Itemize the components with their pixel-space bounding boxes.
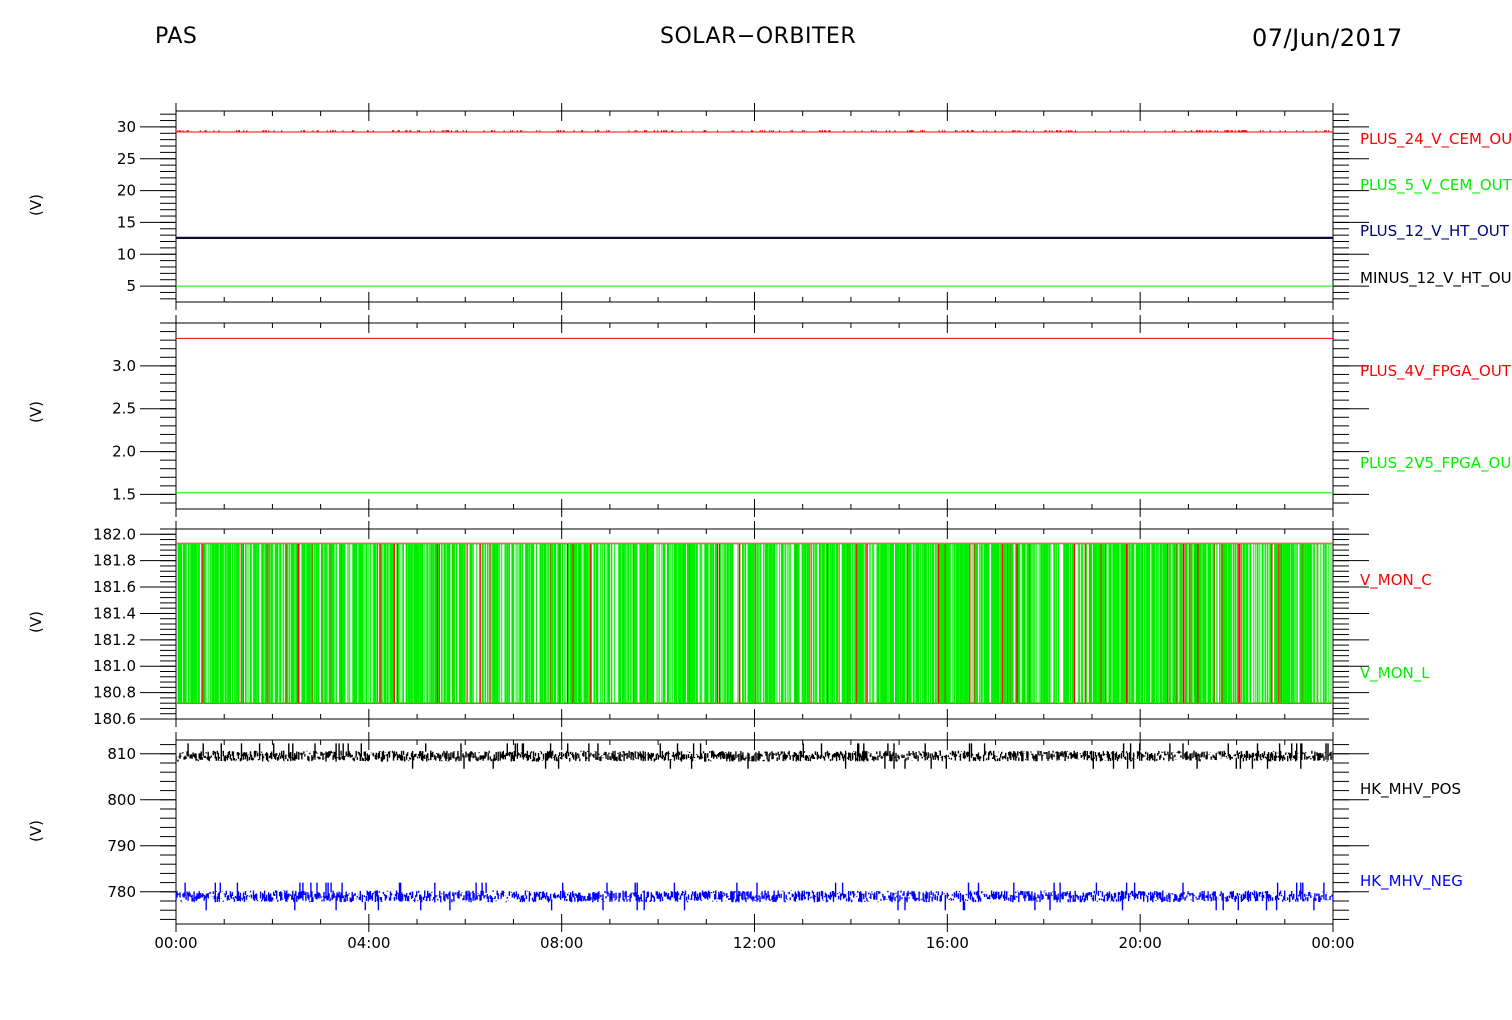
- y-tick-label: 800: [107, 791, 136, 809]
- y-axis-label: (V): [27, 194, 45, 216]
- x-tick-label: 08:00: [540, 934, 583, 952]
- x-tick-label: 16:00: [926, 934, 969, 952]
- legend-hk-mhv-pos: HK_MHV_POS: [1360, 780, 1461, 799]
- y-axis-label: (V): [27, 611, 45, 633]
- y-axis-label: (V): [27, 820, 45, 842]
- legend-plus-2v5-fpga-out: PLUS_2V5_FPGA_OU: [1360, 454, 1511, 473]
- y-tick-label: 3.0: [112, 357, 136, 375]
- y-tick-label: 181.4: [93, 604, 136, 622]
- y-tick-label: 790: [107, 837, 136, 855]
- y-tick-label: 780: [107, 883, 136, 901]
- y-tick-label: 25: [117, 150, 136, 168]
- panel-frame: [175, 110, 1334, 303]
- y-tick-label: 810: [107, 745, 136, 763]
- panel-4: 780 790 800 810 (V) HK_MHV_POS HK_MHV_NEG: [27, 732, 1463, 932]
- series-group: [176, 542, 1333, 704]
- legend-hk-mhv-neg: HK_MHV_NEG: [1360, 872, 1463, 891]
- chart-canvas: 5 10 15 20 25 30 (V) PLUS_24_V_CEM_OU PLUS_5_V_C…: [27, 103, 1512, 952]
- legend-minus-12-v-ht-out: MINUS_12_V_HT_OU: [1360, 269, 1512, 288]
- panel-frame: [175, 322, 1334, 510]
- y-tick-label: 10: [117, 245, 136, 263]
- series-group: [176, 130, 1333, 287]
- x-tick-label: 12:00: [733, 934, 776, 952]
- legend-v-mon-l: V_MON_L: [1360, 664, 1430, 683]
- panel-3: 180.6 180.8 181.0 181.2 181.4 181.6 181.8 182.0…: [27, 521, 1432, 728]
- y-tick-label: 5: [126, 277, 136, 295]
- y-tick-label: 1.5: [112, 485, 136, 503]
- panel-2: 1.5 2.0 2.5 3.0 (V) PLUS_4V_FPGA_OUT PLUS_2V5_…: [27, 315, 1512, 517]
- y-tick-label: 15: [117, 213, 136, 231]
- y-tick-label: 181.8: [93, 552, 136, 570]
- series-group: [176, 743, 1333, 911]
- y-tick-label: 30: [117, 118, 136, 136]
- x-tick-label: 04:00: [347, 934, 390, 952]
- y-tick-label: 181.2: [93, 631, 136, 649]
- x-tick-label: 20:00: [1119, 934, 1162, 952]
- series-line-v-mon-l: [176, 543, 1333, 704]
- series-line-hk-mhv-neg: [176, 882, 1333, 911]
- y-axis-label: (V): [27, 401, 45, 423]
- y-tick-label: 180.6: [93, 710, 136, 728]
- y-tick-label: 2.0: [112, 443, 136, 461]
- panel-1: 5 10 15 20 25 30 (V) PLUS_24_V_CEM_OU PLUS_5_V_C…: [27, 103, 1512, 310]
- legend-plus-12-v-ht-out: PLUS_12_V_HT_OUT: [1360, 222, 1510, 241]
- x-tick-label: 00:00: [154, 934, 197, 952]
- x-tick-label: 00:00: [1311, 934, 1354, 952]
- y-tick-label: 181.6: [93, 578, 136, 596]
- legend-plus-4v-fpga-out: PLUS_4V_FPGA_OUT: [1360, 362, 1512, 381]
- legend-plus-24-v-cem-out: PLUS_24_V_CEM_OU: [1360, 130, 1512, 149]
- y-tick-label: 181.0: [93, 657, 136, 675]
- y-tick-label: 2.5: [112, 400, 136, 418]
- y-tick-label: 20: [117, 182, 136, 200]
- legend-plus-5-v-cem-out: PLUS_5_V_CEM_OUT: [1360, 176, 1512, 195]
- series-group: [176, 337, 1333, 494]
- y-tick-label: 180.8: [93, 684, 136, 702]
- y-tick-label: 182.0: [93, 525, 136, 543]
- legend-v-mon-c: V_MON_C: [1360, 571, 1432, 590]
